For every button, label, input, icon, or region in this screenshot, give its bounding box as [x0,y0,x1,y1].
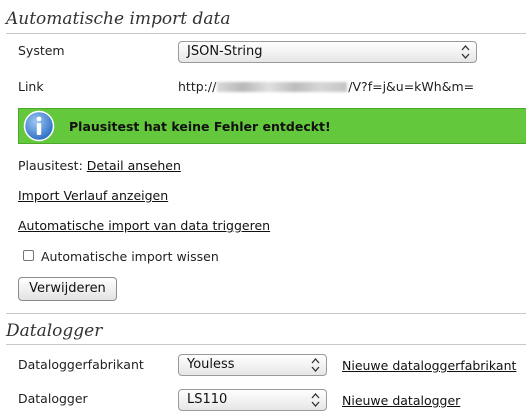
link-suffix: /V?f=j&u=kWh&m= [348,79,475,94]
system-label: System [18,43,65,58]
plausitest-message: Plausitest hat keine Fehler entdeckt! [69,119,331,134]
link-label: Link [18,79,44,94]
manufacturer-select-value: Youless [187,357,235,372]
datalogger-section-divider [6,344,526,345]
link-prefix: http:// [178,79,217,94]
info-icon [23,110,55,142]
datalogger-select-value: LS110 [187,392,228,407]
import-section-divider [6,33,526,34]
new-datalogger-link[interactable]: Nieuwe datalogger [342,393,460,408]
redacted-host [217,82,348,92]
datalogger-select[interactable]: LS110 [178,389,327,411]
plausitest-detail-link[interactable]: Detail ansehen [87,158,181,173]
import-link-url: http:// /V?f=j&u=kWh&m= [178,79,474,94]
plausitest-label: Plausitest: [18,158,83,173]
clear-import-checkbox[interactable] [23,250,34,261]
datalogger-label: Datalogger [18,391,88,406]
system-select[interactable]: JSON-String [178,41,477,63]
plausitest-row: Plausitest: Detail ansehen [18,158,181,173]
import-history-link[interactable]: Import Verlauf anzeigen [18,188,168,203]
clear-import-label: Automatische import wissen [41,249,219,264]
delete-button[interactable]: Verwijderen [18,277,117,301]
plausitest-success-banner: Plausitest hat keine Fehler entdeckt! [18,108,526,144]
up-down-arrows-icon [311,358,320,372]
trigger-import-link[interactable]: Automatische import van data triggeren [18,218,270,233]
up-down-arrows-icon [461,45,470,59]
manufacturer-label: Dataloggerfabrikant [18,357,144,372]
manufacturer-select[interactable]: Youless [178,354,327,376]
datalogger-section-top-divider [6,313,526,314]
system-select-value: JSON-String [187,44,263,59]
up-down-arrows-icon [311,393,320,407]
import-section-title: Automatische import data [6,9,231,29]
datalogger-section-title: Datalogger [6,321,103,341]
new-manufacturer-link[interactable]: Nieuwe dataloggerfabrikant [342,358,516,373]
